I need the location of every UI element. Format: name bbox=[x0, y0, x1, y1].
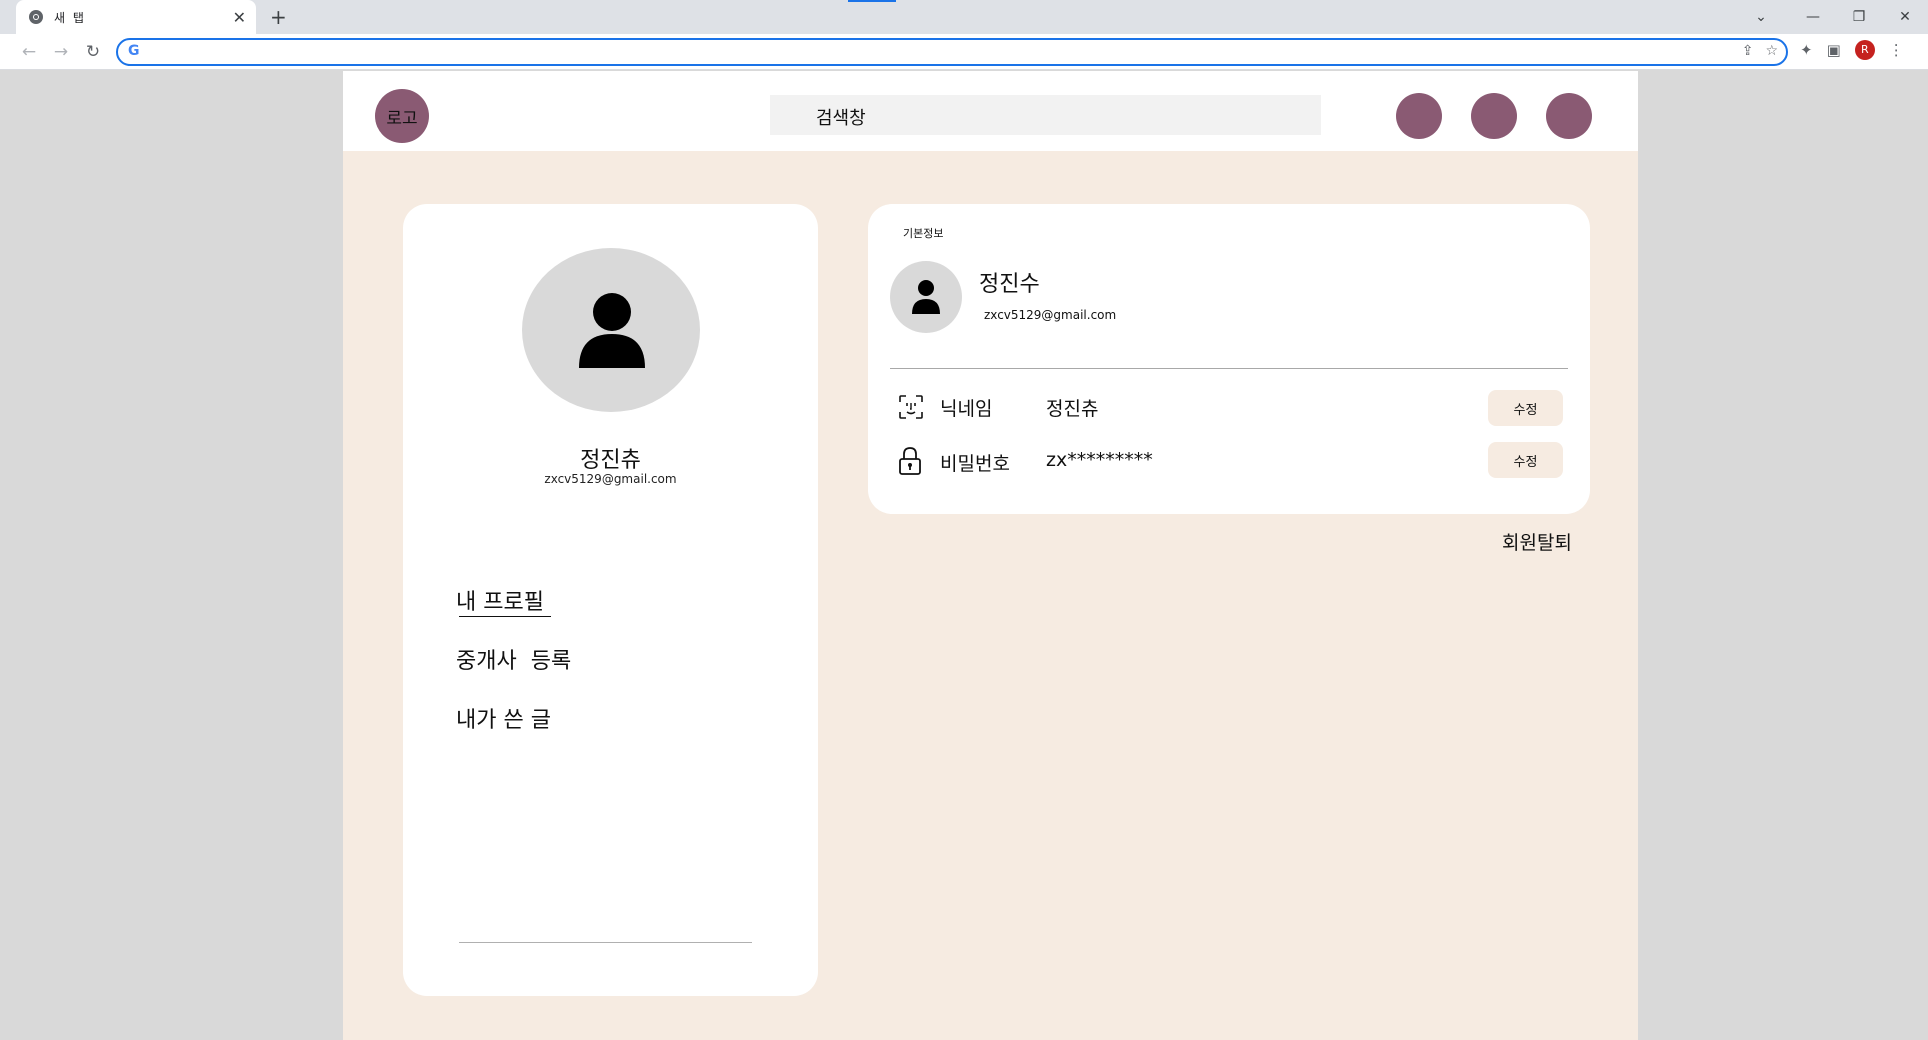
menu-my-profile[interactable]: 내 프로필 bbox=[456, 584, 544, 616]
user-icon bbox=[579, 293, 645, 368]
chrome-icon bbox=[29, 10, 43, 24]
browser-tab[interactable]: 새 탭 ✕ bbox=[16, 0, 256, 34]
menu-register-agent[interactable]: 중개사 등록 bbox=[456, 643, 571, 675]
section-label: 기본정보 bbox=[903, 227, 944, 240]
password-value: zx********* bbox=[1046, 449, 1153, 471]
menu-my-posts[interactable]: 내가 쓴 글 bbox=[456, 702, 551, 734]
nickname-label: 닉네임 bbox=[940, 398, 993, 420]
browser-toolbar: ← → ↻ G ⇪ ☆ ✦ ▣ R ⋮ bbox=[0, 34, 1928, 70]
divider bbox=[890, 368, 1568, 369]
search-bar[interactable]: 검색창 bbox=[770, 95, 1321, 135]
password-label: 비밀번호 bbox=[940, 453, 1010, 475]
profile-avatar[interactable]: R bbox=[1854, 40, 1875, 60]
profile-avatar-large bbox=[522, 248, 700, 412]
lock-icon bbox=[899, 447, 921, 475]
site-logo[interactable]: 로고 bbox=[375, 89, 429, 143]
profile-name: 정진츄 bbox=[580, 448, 641, 473]
back-icon[interactable]: ← bbox=[16, 40, 42, 64]
profile-email: zxcv5129@gmail.com bbox=[544, 472, 677, 486]
tab-search-icon[interactable]: ⌄ bbox=[1738, 9, 1784, 25]
info-email: zxcv5129@gmail.com bbox=[984, 308, 1117, 322]
user-icon bbox=[912, 280, 940, 314]
reload-icon[interactable]: ↻ bbox=[80, 40, 106, 64]
extensions-icon[interactable]: ✦ bbox=[1800, 41, 1813, 59]
nickname-value: 정진츄 bbox=[1046, 398, 1099, 420]
new-tab-button[interactable]: + bbox=[270, 5, 287, 29]
menu-active-underline bbox=[459, 616, 551, 617]
restore-icon[interactable]: ❐ bbox=[1836, 9, 1882, 25]
address-input[interactable] bbox=[148, 42, 1708, 62]
info-name: 정진수 bbox=[979, 272, 1040, 297]
header-icon-2[interactable] bbox=[1471, 93, 1517, 139]
minimize-icon[interactable]: — bbox=[1790, 9, 1836, 25]
tab-title: 새 탭 bbox=[54, 10, 86, 25]
search-placeholder: 검색창 bbox=[816, 108, 866, 129]
bookmark-star-icon[interactable]: ☆ bbox=[1765, 43, 1778, 59]
profile-sidebar-card: 정진츄 zxcv5129@gmail.com 내 프로필 중개사 등록 내가 쓴… bbox=[403, 204, 818, 996]
info-avatar bbox=[890, 261, 962, 333]
tab-close-icon[interactable]: ✕ bbox=[233, 8, 246, 27]
site-header: 로고 검색창 bbox=[343, 71, 1638, 151]
page-content: 로고 검색창 정진츄 zxcv5129@gmail.com 내 프로필 중개사 … bbox=[343, 71, 1638, 1040]
withdraw-membership-link[interactable]: 회원탈퇴 bbox=[1502, 528, 1572, 555]
close-window-icon[interactable]: ✕ bbox=[1882, 9, 1928, 25]
edit-password-button[interactable]: 수정 bbox=[1488, 442, 1563, 478]
basic-info-card: 기본정보 정진수 zxcv5129@gmail.com 닉네임 정진츄 수정 비… bbox=[868, 204, 1590, 514]
header-icon-3[interactable] bbox=[1546, 93, 1592, 139]
forward-icon[interactable]: → bbox=[48, 40, 74, 64]
edit-nickname-button[interactable]: 수정 bbox=[1488, 390, 1563, 426]
divider bbox=[459, 942, 752, 943]
menu-kebab-icon[interactable]: ⋮ bbox=[1889, 41, 1904, 59]
browser-tab-bar: 새 탭 ✕ + ⌄ — ❐ ✕ bbox=[0, 0, 1928, 34]
window-controls: ⌄ — ❐ ✕ bbox=[1738, 0, 1928, 34]
google-icon: G bbox=[128, 43, 140, 59]
face-id-icon bbox=[899, 395, 923, 419]
address-bar[interactable]: G ⇪ ☆ bbox=[116, 38, 1788, 66]
header-icon-1[interactable] bbox=[1396, 93, 1442, 139]
share-icon[interactable]: ⇪ bbox=[1742, 43, 1754, 59]
side-panel-icon[interactable]: ▣ bbox=[1827, 41, 1841, 59]
tab-loading-indicator bbox=[848, 0, 896, 2]
